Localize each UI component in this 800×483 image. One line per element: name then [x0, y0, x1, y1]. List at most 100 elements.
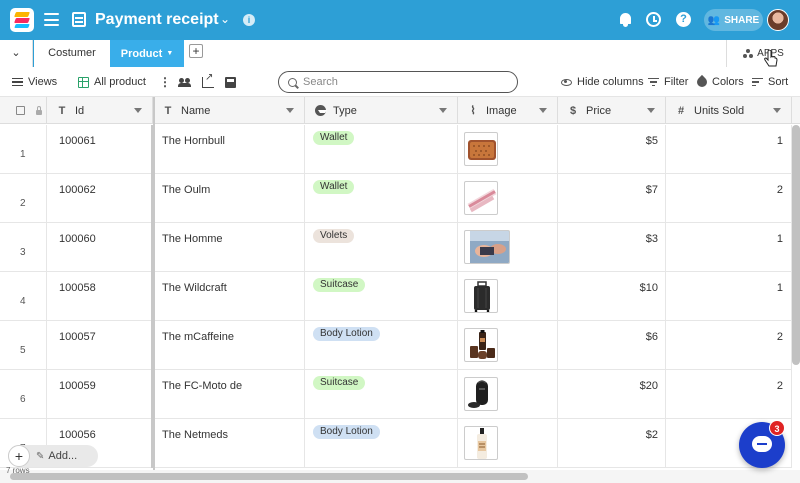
- column-header-type[interactable]: Type: [305, 97, 458, 124]
- product-thumbnail-bottles[interactable]: [464, 328, 498, 362]
- image-cell[interactable]: [458, 223, 558, 272]
- row-number-cell[interactable]: 5: [0, 321, 47, 370]
- table-row[interactable]: 3 100060 The Homme Volets $3 1: [0, 223, 792, 272]
- view-switcher[interactable]: All product: [78, 67, 146, 97]
- search-input[interactable]: [303, 76, 493, 88]
- units-sold-cell[interactable]: 2: [666, 370, 792, 419]
- row-number-cell[interactable]: 1: [0, 125, 47, 174]
- type-cell[interactable]: Wallet: [305, 125, 458, 174]
- column-header-price[interactable]: $ Price: [558, 97, 666, 124]
- price-cell[interactable]: $6: [558, 321, 666, 370]
- views-button[interactable]: Views: [12, 67, 57, 97]
- price-cell[interactable]: $2: [558, 419, 666, 468]
- tab-product[interactable]: Product ▼: [110, 40, 184, 67]
- units-sold-cell[interactable]: 2: [666, 174, 792, 223]
- units-sold-cell[interactable]: 2: [666, 321, 792, 370]
- chevron-down-icon[interactable]: ⌄: [220, 12, 230, 26]
- id-cell[interactable]: 100058: [47, 272, 153, 321]
- add-table-button[interactable]: +: [189, 44, 203, 58]
- share-view-icon[interactable]: [202, 67, 214, 97]
- table-row[interactable]: 1 100061 The Hornbull Wallet $5 1: [0, 125, 792, 174]
- table-row[interactable]: 7 100056 The Netmeds Body Lotion $2 1: [0, 419, 792, 468]
- checkbox-icon[interactable]: [16, 106, 25, 115]
- units-sold-cell[interactable]: 1: [666, 125, 792, 174]
- info-icon[interactable]: i: [243, 14, 255, 26]
- price-cell[interactable]: $5: [558, 125, 666, 174]
- id-cell[interactable]: 100059: [47, 370, 153, 419]
- print-icon[interactable]: [225, 67, 236, 97]
- type-cell[interactable]: Body Lotion: [305, 419, 458, 468]
- horizontal-scrollbar[interactable]: [10, 473, 528, 480]
- type-cell[interactable]: Suitcase: [305, 272, 458, 321]
- table-row[interactable]: 5 100057 The mCaffeine Body Lotion $6 2: [0, 321, 792, 370]
- filter-button[interactable]: Filter: [648, 67, 688, 97]
- chevron-down-icon[interactable]: ⌄: [0, 40, 33, 67]
- row-number-cell[interactable]: 3: [0, 223, 47, 272]
- caret-down-icon[interactable]: [773, 108, 781, 113]
- share-button[interactable]: 👥 SHARE: [704, 9, 763, 31]
- caret-down-icon[interactable]: [286, 108, 294, 113]
- table-row[interactable]: 2 100062 The Oulm Wallet $7 2: [0, 174, 792, 223]
- airtable-logo-icon[interactable]: [10, 8, 34, 32]
- view-menu-button[interactable]: ⋮: [159, 67, 171, 97]
- product-thumbnail-strap[interactable]: [464, 181, 498, 215]
- product-thumbnail-duffel[interactable]: [464, 377, 498, 411]
- type-cell[interactable]: Wallet: [305, 174, 458, 223]
- row-number-cell[interactable]: 2: [0, 174, 47, 223]
- type-cell[interactable]: Suitcase: [305, 370, 458, 419]
- image-cell[interactable]: [458, 419, 558, 468]
- apps-button[interactable]: APPS: [726, 40, 800, 67]
- type-cell[interactable]: Body Lotion: [305, 321, 458, 370]
- row-number-cell[interactable]: 4: [0, 272, 47, 321]
- caret-down-icon[interactable]: [439, 108, 447, 113]
- tab-costumer[interactable]: Costumer: [34, 40, 110, 67]
- avatar[interactable]: [767, 9, 789, 31]
- name-cell[interactable]: The Oulm: [153, 174, 305, 223]
- history-icon[interactable]: [646, 12, 661, 27]
- caret-down-icon[interactable]: [647, 108, 655, 113]
- name-cell[interactable]: The mCaffeine: [153, 321, 305, 370]
- id-cell[interactable]: 100062: [47, 174, 153, 223]
- units-sold-cell[interactable]: 1: [666, 272, 792, 321]
- image-cell[interactable]: [458, 174, 558, 223]
- bell-icon[interactable]: [619, 12, 632, 27]
- hide-columns-button[interactable]: Hide columns: [561, 67, 644, 97]
- column-header-name[interactable]: T Name: [153, 97, 305, 124]
- row-number-cell[interactable]: 6: [0, 370, 47, 419]
- product-thumbnail-lotion[interactable]: [464, 426, 498, 460]
- menu-icon[interactable]: [44, 13, 59, 26]
- name-cell[interactable]: The FC-Moto de: [153, 370, 305, 419]
- image-cell[interactable]: [458, 321, 558, 370]
- plus-icon[interactable]: +: [8, 445, 30, 467]
- price-cell[interactable]: $10: [558, 272, 666, 321]
- colors-button[interactable]: Colors: [694, 67, 744, 97]
- vertical-scrollbar[interactable]: [792, 125, 800, 365]
- price-cell[interactable]: $3: [558, 223, 666, 272]
- name-cell[interactable]: The Homme: [153, 223, 305, 272]
- collaborator-icon[interactable]: [178, 67, 191, 97]
- id-cell[interactable]: 100061: [47, 125, 153, 174]
- units-sold-cell[interactable]: 1: [666, 223, 792, 272]
- name-cell[interactable]: The Wildcraft: [153, 272, 305, 321]
- name-cell[interactable]: The Hornbull: [153, 125, 305, 174]
- sort-button[interactable]: Sort: [752, 67, 788, 97]
- product-thumbnail-wallet[interactable]: [464, 132, 498, 166]
- image-cell[interactable]: [458, 370, 558, 419]
- image-cell[interactable]: [458, 125, 558, 174]
- id-cell[interactable]: 100057: [47, 321, 153, 370]
- price-cell[interactable]: $7: [558, 174, 666, 223]
- column-header-units-sold[interactable]: # Units Sold: [666, 97, 792, 124]
- caret-down-icon[interactable]: [539, 108, 547, 113]
- column-header-id[interactable]: T Id: [47, 97, 153, 124]
- id-cell[interactable]: 100060: [47, 223, 153, 272]
- table-row[interactable]: 4 100058 The Wildcraft Suitcase $10 1: [0, 272, 792, 321]
- type-cell[interactable]: Volets: [305, 223, 458, 272]
- caret-down-icon[interactable]: [134, 108, 142, 113]
- search-box[interactable]: [278, 71, 518, 93]
- help-icon[interactable]: ?: [676, 12, 691, 27]
- product-thumbnail-suitcase[interactable]: [464, 279, 498, 313]
- product-thumbnail-hands[interactable]: [464, 230, 510, 264]
- base-title[interactable]: Payment receipt: [95, 11, 219, 29]
- image-cell[interactable]: [458, 272, 558, 321]
- add-row-button[interactable]: + ✎ Add...: [8, 445, 98, 467]
